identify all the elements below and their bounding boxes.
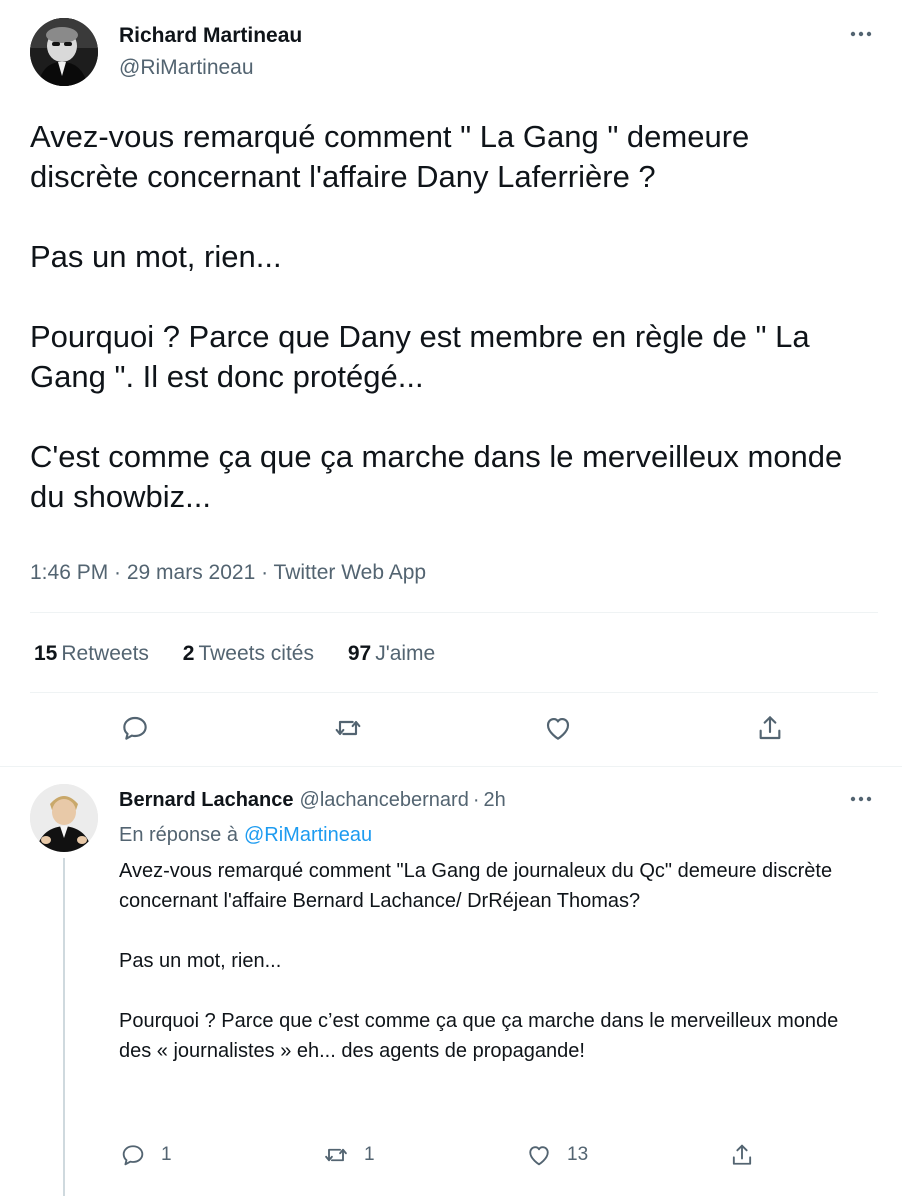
tweet-paragraph: C'est comme ça que ça marche dans le mer… <box>30 439 843 514</box>
tweet-paragraph: Avez-vous remarqué comment "La Gang de j… <box>119 860 833 912</box>
likes-count: 97 <box>347 642 372 665</box>
retweet-count: 1 <box>364 1144 375 1165</box>
retweets-label: Retweets <box>61 642 149 665</box>
avatar-photo <box>30 784 98 852</box>
retweets-count: 15 <box>34 642 58 665</box>
share-icon <box>759 716 781 740</box>
tweet-stats: 15 Retweets 2 Tweets cités 97 J'aime <box>34 642 463 666</box>
retweet-button[interactable]: 1 <box>322 1140 375 1170</box>
retweet-icon <box>322 1141 350 1169</box>
heart-icon <box>525 1141 553 1169</box>
likes-stat[interactable]: 97 J'aime <box>348 642 435 665</box>
tweet-timestamp[interactable]: 2h <box>483 789 505 811</box>
tweet-text: Avez-vous remarqué comment "La Gang de j… <box>119 856 859 1066</box>
tweet-paragraph: Avez-vous remarqué comment " La Gang " d… <box>30 119 750 194</box>
retweet-icon <box>335 720 361 736</box>
retweets-stat[interactable]: 15 Retweets <box>34 642 149 665</box>
replying-to: En réponse à @RiMartineau <box>119 824 372 847</box>
avatar-photo <box>30 18 98 86</box>
tweet-paragraph: Pourquoi ? Parce que Dany est membre en … <box>30 319 810 394</box>
heart-icon <box>546 718 570 740</box>
separator-dot: · <box>472 789 480 811</box>
tweet-paragraph: Pas un mot, rien... <box>119 950 282 972</box>
share-icon <box>728 1141 756 1169</box>
divider <box>30 692 878 693</box>
divider <box>0 766 902 767</box>
author-name[interactable]: Bernard Lachance <box>119 789 294 811</box>
divider <box>30 612 878 613</box>
like-button[interactable]: 13 <box>525 1140 588 1170</box>
share-button[interactable] <box>728 1140 756 1170</box>
reply-count: 1 <box>161 1144 172 1165</box>
retweet-button[interactable] <box>332 712 364 744</box>
tweet-paragraph: Pourquoi ? Parce que c’est comme ça que … <box>119 1010 839 1062</box>
more-horizontal-icon[interactable] <box>846 24 876 44</box>
replying-to-label: En réponse à <box>119 824 238 846</box>
more-horizontal-icon[interactable] <box>846 789 876 809</box>
like-count: 13 <box>567 1144 589 1165</box>
thread-line <box>63 858 65 1196</box>
reply-bubble-icon <box>123 716 147 740</box>
reply-button[interactable] <box>119 712 151 744</box>
tweet-timestamp[interactable]: 1:46 PM · 29 mars 2021 · Twitter Web App <box>30 561 426 585</box>
avatar[interactable] <box>30 18 98 86</box>
tweet-text: Avez-vous remarqué comment " La Gang " d… <box>30 117 860 517</box>
avatar[interactable] <box>30 784 98 852</box>
likes-label: J'aime <box>375 642 436 665</box>
reply-header: Bernard Lachance @lachancebernard · 2h <box>119 789 506 812</box>
reply-bubble-icon <box>119 1141 147 1169</box>
share-button[interactable] <box>754 712 786 744</box>
like-button[interactable] <box>542 712 574 744</box>
author-handle[interactable]: @lachancebernard <box>300 789 469 811</box>
author-name[interactable]: Richard Martineau <box>119 24 302 48</box>
main-tweet: Richard Martineau @RiMartineau Avez-vous… <box>0 0 902 766</box>
reply-button[interactable]: 1 <box>119 1140 172 1170</box>
author-handle[interactable]: @RiMartineau <box>119 56 254 80</box>
mention-link[interactable]: @RiMartineau <box>244 824 372 846</box>
quotes-stat[interactable]: 2 Tweets cités <box>183 642 314 665</box>
quotes-count: 2 <box>182 642 195 665</box>
tweet-paragraph: Pas un mot, rien... <box>30 239 282 274</box>
quotes-label: Tweets cités <box>198 642 314 665</box>
